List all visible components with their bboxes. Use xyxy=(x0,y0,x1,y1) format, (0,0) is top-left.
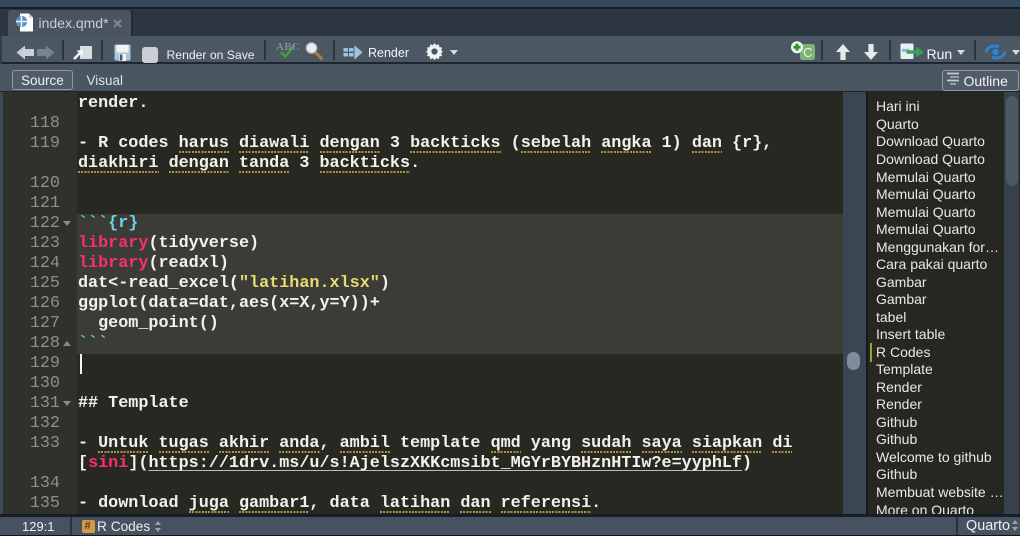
svg-text:C: C xyxy=(803,45,812,60)
